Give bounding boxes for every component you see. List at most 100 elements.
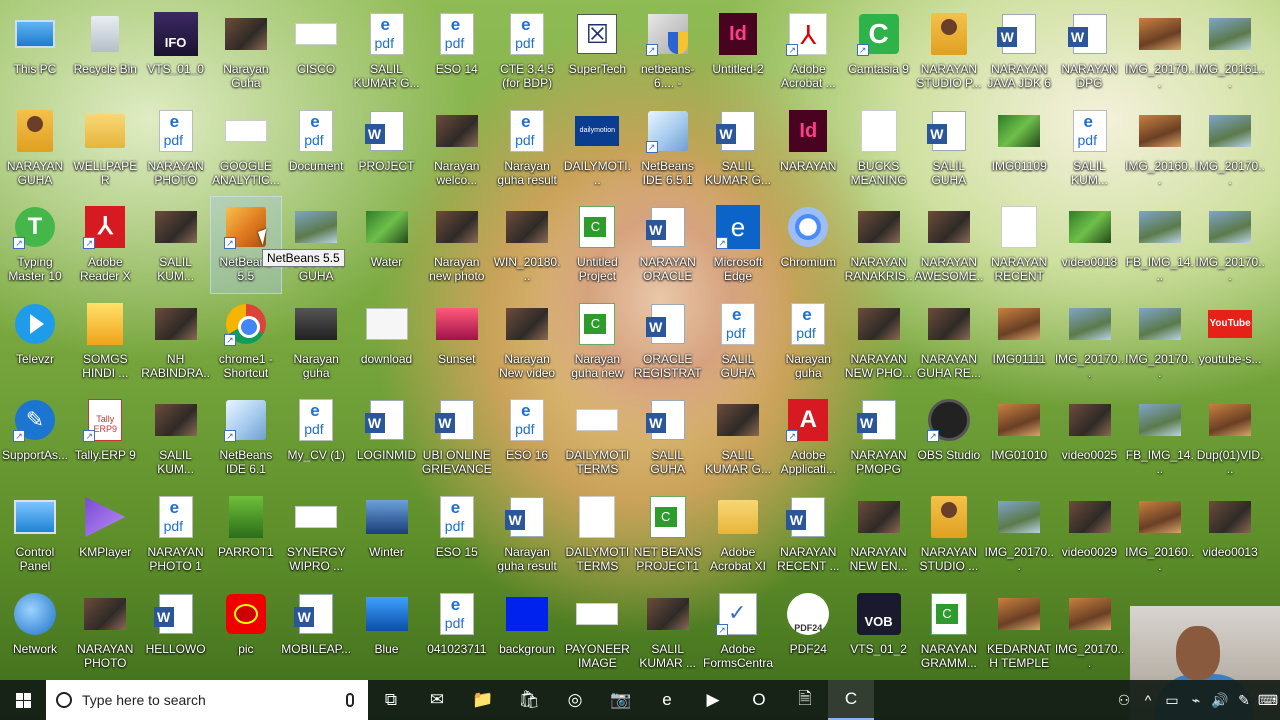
desktop-icon[interactable]: IMG_20170... <box>1195 197 1265 293</box>
camtasia-taskbar-icon[interactable]: C <box>828 680 874 720</box>
desktop-icon[interactable]: NET BEANS PROJECT1 <box>633 487 703 583</box>
desktop-icon[interactable]: IMG01109 <box>984 101 1054 197</box>
desktop-icon[interactable]: ORACLE REGISTRATI... <box>633 294 703 390</box>
desktop-icon[interactable]: IMG_20160... <box>1125 101 1195 197</box>
desktop-icon[interactable]: NH RABINDRA... <box>141 294 211 390</box>
desktop-icon[interactable]: Sunset <box>422 294 492 390</box>
show-hidden-icons-chevron-icon[interactable]: ^ <box>1136 692 1160 708</box>
desktop-icon[interactable]: video0018 <box>1055 197 1125 293</box>
desktop-icon[interactable]: video0029 <box>1055 487 1125 583</box>
desktop-icon[interactable]: ↗ OBS Studio <box>914 390 984 486</box>
desktop-icon[interactable]: ↗ NetBeans IDE 6.1 <box>211 390 281 486</box>
start-button[interactable] <box>0 680 46 720</box>
desktop-icon[interactable]: NARAYAN PHOTO 1 <box>141 487 211 583</box>
desktop-icon[interactable]: Narayan guha <box>281 294 351 390</box>
desktop-icon[interactable]: SALIL KUMAR G... <box>703 390 773 486</box>
desktop-icon[interactable]: NARAYAN ORACLE RE... <box>633 197 703 293</box>
desktop-icon[interactable]: SALIL KUM... <box>141 390 211 486</box>
desktop-icon[interactable]: IMG_20170... <box>1125 294 1195 390</box>
desktop-icon[interactable]: MOBILEAP... <box>281 584 351 680</box>
pen-icon[interactable]: ✎ <box>1232 692 1256 709</box>
desktop-icon[interactable]: C ↗ Camtasia 9 <box>844 4 914 100</box>
desktop-icon[interactable]: KEDARNATH TEMPLE <box>984 584 1054 680</box>
desktop-icon[interactable]: KMPlayer <box>70 487 140 583</box>
desktop-icon[interactable]: DAILYMOTI TERMS AN... <box>562 487 632 583</box>
desktop-icon[interactable]: Dup(01)VID... <box>1195 390 1265 486</box>
desktop-icon[interactable]: NARAYAN PMOPG 2018 <box>844 390 914 486</box>
desktop-icon[interactable]: ↗ NetBeans IDE 6.5.1 <box>633 101 703 197</box>
battery-icon[interactable]: ▭ <box>1160 692 1184 709</box>
desktop-icon[interactable]: PAYONEER IMAGE <box>562 584 632 680</box>
desktop-icon[interactable]: ⅄ ↗ Adobe Reader X <box>70 197 140 293</box>
desktop-icon[interactable]: NARAYAN RECENT D... <box>984 197 1054 293</box>
microphone-icon[interactable] <box>346 693 354 707</box>
media-player-icon[interactable]: ▶ <box>690 680 736 720</box>
desktop-icon[interactable]: SALIL KUMAR G... <box>352 4 422 100</box>
desktop-icon[interactable]: IMG_20170... <box>984 487 1054 583</box>
desktop-icon[interactable]: dailymotion DAILYMOTI... <box>562 101 632 197</box>
desktop-icon[interactable]: Blue <box>352 584 422 680</box>
desktop-icon[interactable]: Narayan Guha <box>211 4 281 100</box>
taskbar-search-box[interactable]: Type here to search <box>46 680 368 720</box>
task-view-icon[interactable]: ⧉ <box>368 680 414 720</box>
desktop-icon[interactable]: T ↗ Typing Master 10 <box>0 197 70 293</box>
camera-icon[interactable]: 📷 <box>598 680 644 720</box>
desktop-icon[interactable]: NARAYAN RECENT ... <box>773 487 843 583</box>
desktop-icon[interactable]: IMG01111 <box>984 294 1054 390</box>
desktop-icon[interactable]: HELLOWO <box>141 584 211 680</box>
mail-icon[interactable]: ✉ <box>414 680 460 720</box>
desktop-icon[interactable]: Narayan New video <box>492 294 562 390</box>
desktop-icon[interactable]: Tally ERP9 ↗ Tally.ERP 9 <box>70 390 140 486</box>
keyboard-icon[interactable]: ⌨ <box>1256 692 1280 709</box>
desktop-icon[interactable]: NARAYAN STUDIO P... <box>914 4 984 100</box>
desktop-icon[interactable]: Narayan guha new <box>562 294 632 390</box>
desktop-icon[interactable]: SALIL GUHA PMOPG 2018 <box>633 390 703 486</box>
desktop-icon[interactable]: ↗ NetBeans 5.5 <box>209 196 282 295</box>
people-icon[interactable]: ⚇ <box>1112 692 1136 709</box>
edge-taskbar-icon[interactable]: e <box>644 680 690 720</box>
desktop-icon[interactable]: Narayan guha <box>773 294 843 390</box>
desktop-icon[interactable]: e ↗ Microsoft Edge <box>703 197 773 293</box>
desktop-icon[interactable]: Narayan guha result <box>492 101 562 197</box>
desktop-icon[interactable]: SOMGS HINDI ... <box>70 294 140 390</box>
desktop-icon[interactable]: 041023711 <box>422 584 492 680</box>
desktop-icon[interactable]: NARAYAN JAVA JDK 6 I... <box>984 4 1054 100</box>
desktop-icon[interactable]: IMG_20161... <box>1195 4 1265 100</box>
desktop-icon[interactable]: NARAYAN GUHA <box>0 101 70 197</box>
desktop-icon[interactable]: NARAYAN PHOTO <box>70 584 140 680</box>
opera-icon[interactable]: O <box>736 680 782 720</box>
desktop-icon[interactable]: NARAYAN GRAMM... <box>914 584 984 680</box>
desktop-icon[interactable]: Adobe Acrobat XI <box>703 487 773 583</box>
desktop-icon[interactable]: SALIL GUHA <box>703 294 773 390</box>
desktop-icon[interactable]: Id Untitled-2 <box>703 4 773 100</box>
desktop-icon[interactable]: BUCKS MEANING <box>844 101 914 197</box>
desktop-icon[interactable]: download <box>352 294 422 390</box>
desktop-icon[interactable]: NARAYAN NEW EN... <box>844 487 914 583</box>
desktop-icon[interactable]: ⅄ ↗ Adobe Acrobat ... <box>773 4 843 100</box>
desktop-icon[interactable]: My_CV (1) <box>281 390 351 486</box>
desktop-icon[interactable]: ESO 14 <box>422 4 492 100</box>
desktop-icon[interactable]: FB_IMG_14... <box>1125 390 1195 486</box>
desktop-icon[interactable]: Network <box>0 584 70 680</box>
desktop-icon[interactable]: SALIL KUM... <box>1055 101 1125 197</box>
file-explorer-icon[interactable]: 📁 <box>460 680 506 720</box>
desktop-icon[interactable]: NARAYAN GUHA RE... <box>914 294 984 390</box>
desktop-icon[interactable]: Chromium <box>773 197 843 293</box>
desktop-icon[interactable]: Televzr <box>0 294 70 390</box>
desktop-icon[interactable]: WELLPAPER <box>70 101 140 197</box>
desktop-icon[interactable]: Recycle Bin <box>70 4 140 100</box>
desktop-icon[interactable]: PARROT1 <box>211 487 281 583</box>
desktop-icon[interactable]: NARAYAN NEW PHO... <box>844 294 914 390</box>
desktop-icon[interactable]: IMG01010 <box>984 390 1054 486</box>
desktop-icon[interactable]: pic <box>211 584 281 680</box>
desktop-icon[interactable]: Narayan guha result <box>492 487 562 583</box>
notepad-icon[interactable]: 🗎 <box>782 680 828 720</box>
desktop-icon[interactable]: A ↗ Adobe Applicati... <box>773 390 843 486</box>
desktop-icon[interactable]: video0025 <box>1055 390 1125 486</box>
desktop-icon[interactable]: SALIL KUM... <box>141 197 211 293</box>
desktop-icon[interactable]: Untitled Project <box>562 197 632 293</box>
desktop-icon[interactable]: IFO VTS_01_0 <box>141 4 211 100</box>
desktop-icon[interactable]: LOGINMID <box>352 390 422 486</box>
network-tray-icon[interactable]: ⌁ <box>1184 692 1208 709</box>
desktop-icon[interactable]: video0013 <box>1195 487 1265 583</box>
